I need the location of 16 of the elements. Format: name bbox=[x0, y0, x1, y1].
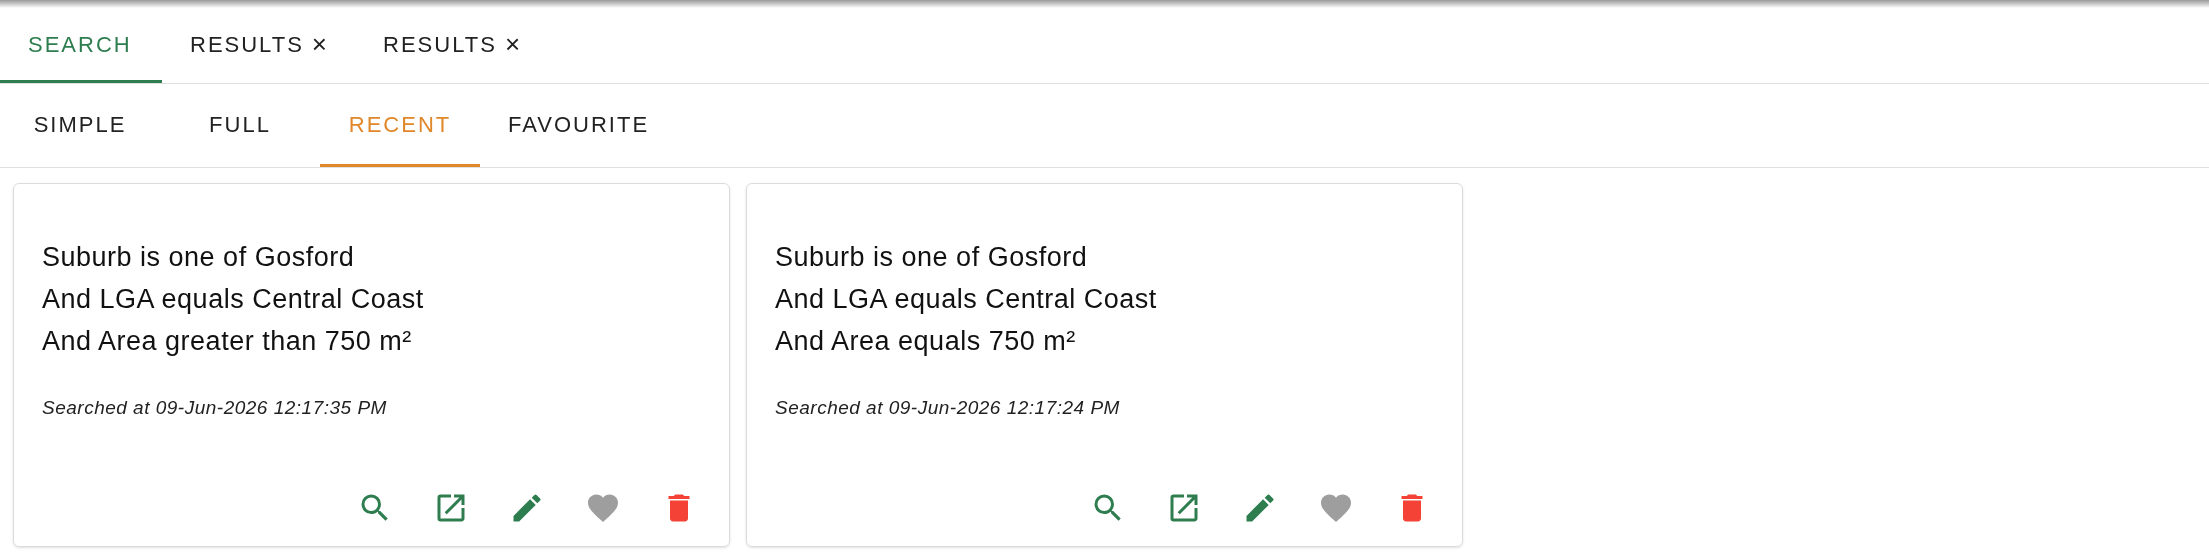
page-tab[interactable]: RESULTS × bbox=[355, 8, 549, 83]
searched-at-text: Searched at 09-Jun-2026 12:17:24 PM bbox=[775, 396, 1121, 420]
criteria-line: And Area greater than 750 m² bbox=[42, 325, 413, 358]
searched-at-text: Searched at 09-Jun-2026 12:17:35 PM bbox=[42, 396, 388, 420]
mode-tab[interactable]: FAVOURITE bbox=[480, 84, 678, 167]
page-tab[interactable]: SEARCH bbox=[0, 8, 162, 83]
mode-tab[interactable]: FULL bbox=[160, 84, 320, 167]
close-icon[interactable]: × bbox=[311, 24, 328, 64]
criteria-line: Suburb is one of Gosford bbox=[775, 241, 1089, 274]
criteria-line: And LGA equals Central Coast bbox=[42, 283, 425, 316]
criteria-line: Suburb is one of Gosford bbox=[42, 241, 356, 274]
close-icon[interactable]: × bbox=[504, 24, 521, 64]
criteria-line: And LGA equals Central Coast bbox=[775, 283, 1158, 316]
criteria-line: And Area equals 750 m² bbox=[775, 325, 1077, 358]
mode-tab[interactable]: SIMPLE bbox=[0, 84, 160, 167]
page-tab[interactable]: RESULTS × bbox=[162, 8, 356, 83]
